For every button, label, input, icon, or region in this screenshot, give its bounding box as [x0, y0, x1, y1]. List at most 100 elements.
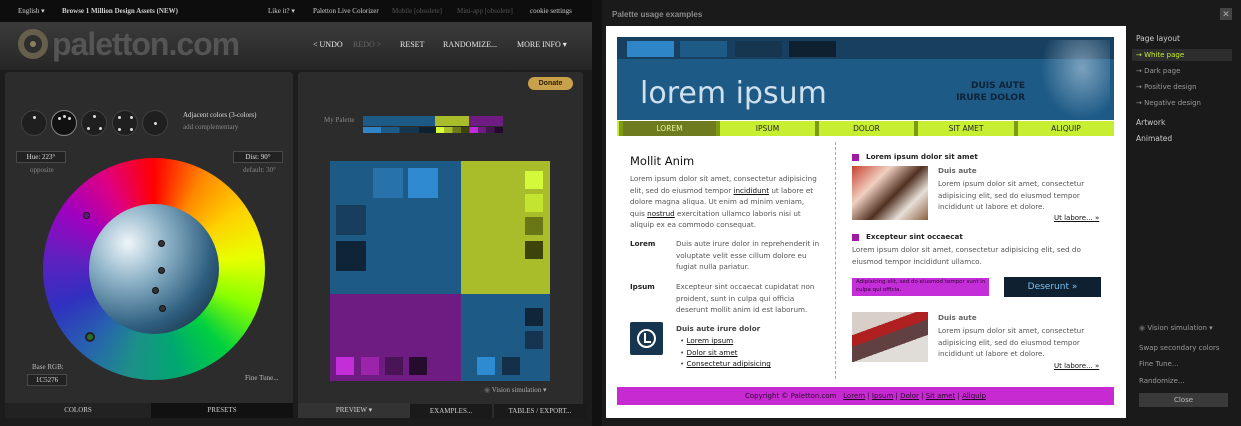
logo[interactable]: paletton.com — [52, 26, 240, 63]
randomize-button[interactable]: Randomize... — [1139, 377, 1185, 385]
top-bar: English ▾ Browse 1 Million Design Assets… — [0, 0, 592, 22]
undo-button[interactable]: < UNDO — [313, 40, 343, 49]
more-info-menu[interactable]: MORE INFO ▾ — [517, 40, 567, 49]
photo-caption-title: Duis aute — [938, 313, 977, 322]
wheel-handle-green[interactable] — [85, 332, 95, 342]
shade — [336, 241, 366, 271]
section-paragraph: Lorem ipsum dolor sit amet, consectetur … — [852, 245, 1081, 266]
column-divider — [835, 142, 836, 379]
footer-link[interactable]: Dolor — [900, 392, 919, 400]
logo-tile-icon — [630, 322, 663, 355]
read-more-link[interactable]: Ut labore... » — [1054, 214, 1099, 222]
palette-shades-strip — [363, 127, 503, 133]
donate-button[interactable]: Donate — [528, 77, 573, 90]
train-photo — [852, 312, 928, 362]
base-rgb-field[interactable]: 1C5276 — [27, 374, 67, 386]
definition-lorem: Duis aute irure dolor in reprehenderit i… — [676, 239, 820, 272]
mobile-link[interactable]: Mobile [obsolete] — [392, 7, 442, 15]
fine-tune-button[interactable]: Fine Tune... — [245, 374, 278, 382]
nav-dolor[interactable]: DOLOR — [815, 121, 914, 136]
shade — [525, 331, 543, 349]
intro-paragraph: Lorem ipsum dolor sit amet, consectetur … — [630, 173, 820, 231]
vision-simulation-menu[interactable]: ◉ Vision simulation ▾ — [484, 386, 547, 394]
nav-aliquip[interactable]: ALIQUIP — [1014, 121, 1114, 136]
hue-field[interactable]: Hue: 223° — [16, 151, 66, 163]
randomize-button[interactable]: RANDOMIZE... — [443, 40, 497, 49]
tone-dot[interactable] — [159, 305, 166, 312]
scheme-triad-icon[interactable] — [81, 110, 107, 136]
opposite-label: opposite — [30, 166, 54, 174]
live-colorizer-link[interactable]: Paletton Live Colorizer — [313, 7, 379, 15]
inline-link[interactable]: nostrud — [647, 209, 675, 218]
tab-examples[interactable]: EXAMPLES... — [410, 404, 492, 419]
reset-button[interactable]: RESET — [400, 40, 424, 49]
page-layout-heading[interactable]: Page layout — [1136, 34, 1180, 43]
term-lorem: Lorem — [630, 239, 656, 248]
tone-dot[interactable] — [158, 240, 165, 247]
layout-white-page[interactable]: → White page — [1132, 49, 1232, 61]
layout-dark-page[interactable]: → Dark page — [1136, 67, 1180, 75]
mini-app-link[interactable]: Mini-app [obsolete] — [457, 7, 513, 15]
footer-link[interactable]: Sit amet — [926, 392, 956, 400]
browse-link[interactable]: Browse 1 Million Design Assets (NEW) — [62, 7, 178, 15]
read-more-link[interactable]: Ut labore... » — [1054, 362, 1099, 370]
scheme-adjacent-icon[interactable] — [51, 110, 77, 136]
scheme-tetrad-icon[interactable] — [112, 110, 138, 136]
footer-link[interactable]: Aliquip — [962, 392, 986, 400]
layout-positive-design[interactable]: → Positive design — [1136, 83, 1197, 91]
add-complementary-toggle[interactable]: add complementary — [183, 123, 238, 131]
tone-dot[interactable] — [158, 267, 165, 274]
list-item[interactable]: • Dolor sit amet — [680, 347, 771, 359]
wheel-handle-purple[interactable] — [83, 212, 90, 219]
nav-lorem[interactable]: LOREM — [619, 121, 716, 136]
footer: Copyright © Paletton.com Lorem | Ipsum |… — [617, 387, 1114, 405]
photo-caption-title: Duis aute — [938, 166, 977, 175]
palette-swatch-primary — [363, 116, 435, 126]
nav-ipsum[interactable]: IPSUM — [716, 121, 815, 136]
cookie-settings-link[interactable]: cookie settings — [530, 7, 572, 15]
animated-item[interactable]: Animated — [1136, 134, 1172, 143]
layout-negative-design[interactable]: → Negative design — [1136, 99, 1201, 107]
shade — [525, 241, 543, 259]
language-menu[interactable]: English ▾ — [18, 7, 45, 15]
list-item[interactable]: • Consectetur adipisicing — [680, 358, 771, 370]
close-icon[interactable]: ✕ — [1220, 8, 1232, 20]
tone-dot[interactable] — [152, 287, 159, 294]
nav-sit-amet[interactable]: SIT AMET — [914, 121, 1014, 136]
tab-tables-export[interactable]: TABLES / EXPORT... — [494, 404, 586, 419]
artwork-item[interactable]: Artwork — [1136, 118, 1165, 127]
scheme-mono-icon[interactable] — [21, 110, 47, 136]
close-button[interactable]: Close — [1139, 393, 1228, 407]
inline-link[interactable]: incididunt — [733, 186, 769, 195]
shade — [502, 357, 520, 375]
shade — [336, 205, 366, 235]
vision-simulation-menu[interactable]: ◉ Vision simulation ▾ — [1139, 324, 1213, 332]
scheme-free-icon[interactable] — [142, 110, 168, 136]
list-heading: Duis aute irure dolor — [676, 324, 761, 333]
deserunt-button[interactable]: Deserunt » — [1004, 277, 1101, 297]
banner-swatch — [627, 41, 674, 57]
footer-link[interactable]: Lorem — [843, 392, 865, 400]
tab-colors[interactable]: COLORS — [5, 403, 151, 418]
column-heading: Mollit Anim — [630, 154, 695, 168]
shade — [525, 217, 543, 235]
saturation-disc[interactable] — [89, 204, 219, 334]
banner-swatch — [789, 41, 836, 57]
shade — [361, 357, 379, 375]
footer-link[interactable]: Ipsum — [872, 392, 893, 400]
fine-tune-button[interactable]: Fine Tune... — [1139, 360, 1179, 368]
banner-swatch — [680, 41, 727, 57]
photo-caption-text: Lorem ipsum dolor sit amet, consectetur … — [938, 179, 1085, 212]
like-menu[interactable]: Like it? ▾ — [268, 7, 295, 15]
definition-ipsum: Excepteur sint occaecat cupidatat non pr… — [676, 282, 815, 315]
list-item[interactable]: • Lorem ipsum — [680, 335, 771, 347]
tab-presets[interactable]: PRESETS — [151, 403, 293, 418]
tab-preview[interactable]: PREVIEW ▾ — [298, 403, 410, 418]
shade — [525, 194, 543, 212]
banner-right-line: DUIS AUTE — [970, 81, 1025, 91]
redo-button[interactable]: REDO > — [353, 40, 381, 49]
distance-field[interactable]: Dist: 90° — [233, 151, 283, 163]
shade — [409, 357, 427, 375]
swap-secondary-button[interactable]: Swap secondary colors — [1139, 344, 1220, 352]
bullet-square — [852, 234, 859, 241]
